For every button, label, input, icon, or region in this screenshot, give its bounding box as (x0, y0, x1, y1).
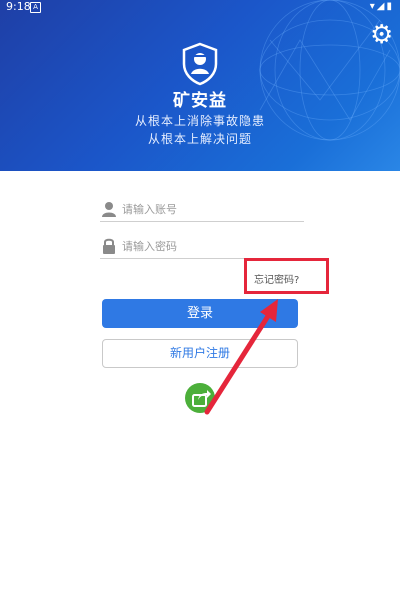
register-button[interactable]: 新用户注册 (102, 339, 298, 368)
notification-app-icon: A (30, 2, 41, 13)
password-input[interactable] (122, 236, 302, 256)
account-field (100, 199, 304, 222)
lock-icon (103, 238, 115, 254)
status-bar: 9:18 A ▾◢▮ (0, 0, 400, 14)
account-input[interactable] (122, 199, 302, 219)
header-banner: 9:18 A ▾◢▮ ⚙ 矿安益 从根本上消除事故隐患 从根本上解决问题 (0, 0, 400, 171)
shield-logo-icon (182, 42, 218, 86)
status-time: 9:18 (6, 0, 31, 13)
status-icons: ▾◢▮ (370, 1, 394, 12)
slogan-line-2: 从根本上解决问题 (147, 132, 252, 146)
battery-icon: ▮ (386, 1, 394, 12)
annotation-highlight-box (244, 258, 329, 294)
slogan-line-1: 从根本上消除事故隐患 (134, 114, 265, 128)
gear-icon[interactable]: ⚙ (370, 22, 393, 48)
user-icon (102, 202, 116, 217)
share-icon (192, 390, 211, 407)
brand-name: 矿安益 (173, 91, 227, 111)
wifi-icon: ▾ (369, 1, 377, 12)
share-button[interactable] (185, 383, 215, 413)
password-field (100, 236, 304, 259)
login-button[interactable]: 登录 (102, 299, 298, 328)
